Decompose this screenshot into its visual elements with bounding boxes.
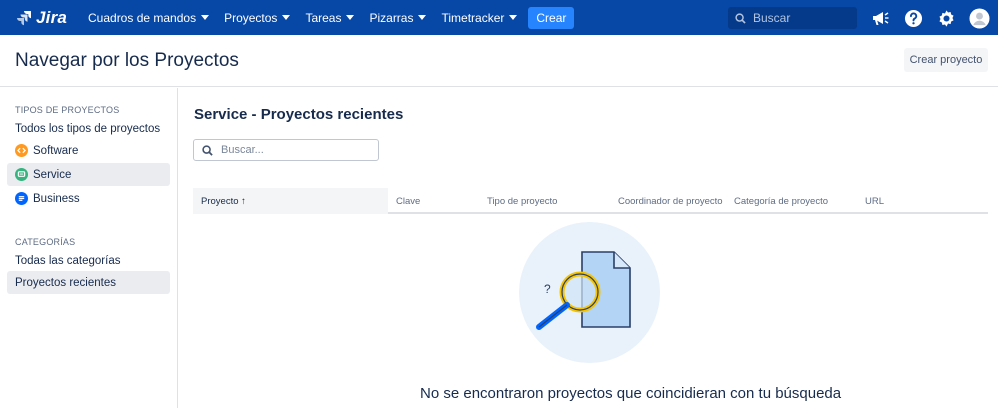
announcement-icon[interactable]: [870, 8, 890, 28]
empty-state-illustration: ?: [519, 222, 660, 363]
page-title: Navegar por los Proyectos: [15, 50, 239, 71]
sidebar-item-label: Business: [33, 192, 80, 205]
projects-table-header: Proyecto ↑ Clave Tipo de proyecto Coordi…: [193, 188, 988, 214]
sidebar-item-business[interactable]: Business: [7, 187, 170, 210]
column-project-lead[interactable]: Coordinador de proyecto: [610, 188, 723, 214]
avatar[interactable]: [968, 7, 990, 29]
project-filter-input[interactable]: Buscar...: [193, 139, 379, 161]
sidebar-item-label: Proyectos recientes: [15, 276, 116, 289]
filter-placeholder: Buscar...: [221, 144, 264, 156]
sidebar-item-recent-projects[interactable]: Proyectos recientes: [7, 271, 170, 294]
svg-text:?: ?: [544, 282, 551, 296]
sidebar-item-all-types[interactable]: Todos los tipos de proyectos: [7, 117, 170, 140]
column-key[interactable]: Clave: [388, 188, 420, 214]
nav-dashboards-label: Cuadros de mandos: [88, 10, 197, 25]
search-input[interactable]: Buscar: [728, 7, 857, 29]
nav-timetracker-label: Timetracker: [441, 10, 505, 25]
nav-issues[interactable]: Tareas: [305, 10, 355, 25]
logo-text: Jira: [36, 7, 68, 27]
chevron-down-icon: [346, 15, 355, 20]
column-url[interactable]: URL: [857, 188, 884, 214]
section-title: Service - Proyectos recientes: [194, 106, 404, 123]
business-icon: [15, 192, 28, 205]
document-search-icon: ?: [536, 251, 631, 330]
jira-logo[interactable]: Jira: [16, 8, 72, 28]
column-project-type[interactable]: Tipo de proyecto: [479, 188, 557, 214]
page-header: Navegar por los Proyectos Crear proyecto: [0, 35, 998, 87]
column-project-category[interactable]: Categoría de proyecto: [726, 188, 828, 214]
service-icon: [15, 168, 28, 181]
nav-issues-label: Tareas: [305, 10, 342, 25]
jira-logo-icon: [17, 10, 31, 25]
sidebar-item-label: Todos los tipos de proyectos: [15, 122, 161, 135]
nav-timetracker[interactable]: Timetracker: [441, 10, 518, 25]
sidebar: TIPOS DE PROYECTOS Todos los tipos de pr…: [0, 88, 178, 408]
chevron-down-icon: [418, 15, 427, 20]
nav-projects[interactable]: Proyectos: [224, 10, 291, 25]
top-navigation: Jira Cuadros de mandos Proyectos Tareas …: [0, 0, 998, 35]
search-icon: [735, 12, 746, 24]
search-icon: [202, 144, 213, 156]
chevron-down-icon: [282, 15, 291, 20]
chevron-down-icon: [201, 15, 210, 20]
nav-boards-label: Pizarras: [369, 10, 414, 25]
categories-heading: CATEGORÍAS: [15, 237, 76, 247]
chevron-down-icon: [509, 15, 518, 20]
project-types-heading: TIPOS DE PROYECTOS: [15, 105, 120, 115]
help-icon[interactable]: [903, 8, 923, 28]
settings-icon[interactable]: [936, 8, 956, 28]
nav-dashboards[interactable]: Cuadros de mandos: [88, 10, 210, 25]
sidebar-item-service[interactable]: Service: [7, 163, 170, 186]
sidebar-item-label: Service: [33, 168, 72, 181]
code-icon: [15, 144, 28, 157]
sidebar-item-all-categories[interactable]: Todas las categorías: [7, 249, 170, 272]
nav-boards[interactable]: Pizarras: [369, 10, 427, 25]
sidebar-item-label: Software: [33, 144, 79, 157]
empty-state-message: No se encontraron proyectos que coincidi…: [420, 385, 842, 402]
column-project[interactable]: Proyecto ↑: [193, 188, 388, 214]
sidebar-item-label: Todas las categorías: [15, 254, 121, 267]
nav-projects-label: Proyectos: [224, 10, 278, 25]
sidebar-item-software[interactable]: Software: [7, 139, 170, 162]
create-button[interactable]: Crear: [528, 6, 575, 29]
search-placeholder: Buscar: [753, 11, 791, 25]
create-project-button[interactable]: Crear proyecto: [904, 48, 988, 72]
